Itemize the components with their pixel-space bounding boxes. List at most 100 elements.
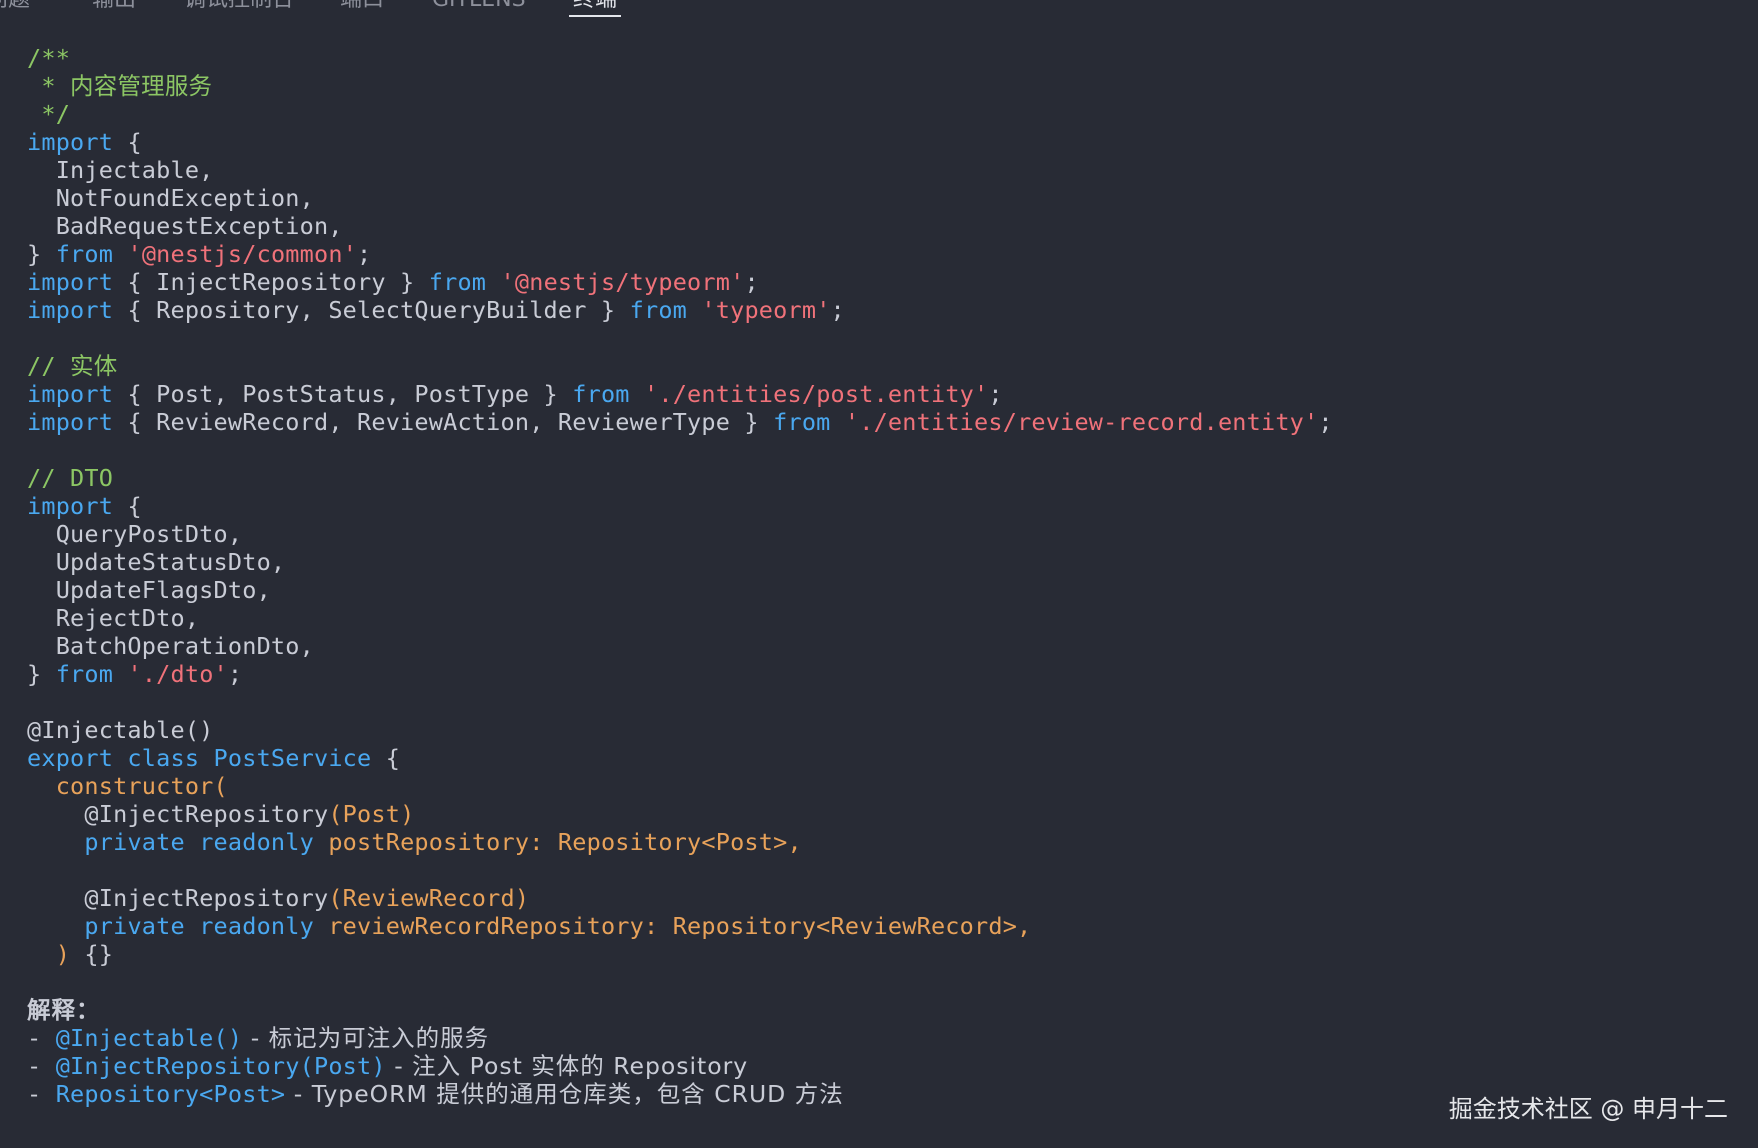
- string-literal: '@nestjs/common': [127, 240, 358, 268]
- keyword: export class: [27, 744, 200, 772]
- code-line: NotFoundException,: [27, 184, 1727, 212]
- code-line: @InjectRepository(ReviewRecord): [27, 884, 1727, 912]
- inline-code: Repository<Post>: [55, 1080, 286, 1108]
- code-text: { Post, PostStatus, PostType }: [113, 380, 573, 408]
- code-line: // DTO: [27, 464, 1727, 492]
- code-text: BatchOperationDto,: [27, 632, 314, 660]
- code-text: { Repository, SelectQueryBuilder }: [113, 296, 630, 324]
- keyword: private readonly: [84, 828, 314, 856]
- code-line: UpdateStatusDto,: [27, 548, 1727, 576]
- code-line: @InjectRepository(Post): [27, 800, 1727, 828]
- paren: ): [27, 940, 71, 968]
- code-line: Injectable,: [27, 156, 1727, 184]
- keyword: import: [27, 128, 114, 156]
- code-line: // 实体: [27, 352, 1727, 380]
- code-line: @Injectable(): [27, 716, 1727, 744]
- panel-tab-bar: 问题 输出 调试控制台 端口 GITLENS 终端: [0, 0, 1758, 18]
- keyword: import: [27, 268, 114, 296]
- code-line: private readonly reviewRecordRepository:…: [27, 912, 1727, 940]
- terminal-window: 问题 输出 调试控制台 端口 GITLENS 终端 /** * 内容管理服务 *…: [0, 0, 1758, 1148]
- comment: */: [27, 100, 71, 128]
- code-line: export class PostService {: [27, 744, 1727, 772]
- string-literal: './entities/review-record.entity': [844, 408, 1319, 436]
- code-text: QueryPostDto,: [27, 520, 243, 548]
- explanation-item: - @InjectRepository(Post) - 注入 Post 实体的 …: [27, 1052, 749, 1080]
- string-literal: 'typeorm': [701, 296, 831, 324]
- code-text: UpdateStatusDto,: [27, 548, 286, 576]
- decorator-arg: (Post): [328, 800, 415, 828]
- active-tab-indicator: [569, 15, 621, 17]
- watermark: 掘金技术社区 @ 申月十二: [1448, 1095, 1728, 1123]
- decorator: @Injectable(): [27, 716, 214, 744]
- code-text: }: [27, 660, 56, 688]
- keyword: from: [55, 240, 114, 268]
- tab-gitlens[interactable]: GITLENS: [432, 0, 526, 14]
- keyword: import: [27, 380, 114, 408]
- tab-terminal[interactable]: 终端: [573, 0, 617, 14]
- keyword: from: [629, 296, 688, 324]
- code-text: BadRequestException,: [27, 212, 343, 240]
- code-line: */: [27, 100, 1727, 128]
- code-line: } from './dto';: [27, 660, 1727, 688]
- param: reviewRecordRepository: Repository<Revie…: [313, 912, 1032, 940]
- constructor: constructor(: [27, 772, 228, 800]
- keyword: from: [428, 268, 487, 296]
- code-text: {: [113, 492, 142, 520]
- decorator: @InjectRepository: [84, 800, 329, 828]
- code-text: ;: [357, 240, 372, 268]
- decorator-arg: (ReviewRecord): [328, 884, 530, 912]
- code-text: ;: [830, 296, 845, 324]
- comment: * 内容管理服务: [27, 72, 213, 100]
- explanation-item: - @Injectable() - 标记为可注入的服务: [27, 1024, 490, 1052]
- code-line: import { InjectRepository } from '@nestj…: [27, 268, 1727, 296]
- code-text: {: [371, 744, 401, 772]
- inline-code: @Injectable(): [55, 1024, 243, 1052]
- comment: // 实体: [27, 352, 118, 380]
- code-line: constructor(: [27, 772, 1727, 800]
- code-text: }: [27, 240, 56, 268]
- code-text: Injectable,: [27, 156, 214, 184]
- code-text: ;: [988, 380, 1003, 408]
- code-text: RejectDto,: [27, 604, 200, 632]
- code-line: QueryPostDto,: [27, 520, 1727, 548]
- keyword: import: [27, 492, 114, 520]
- terminal-output[interactable]: /** * 内容管理服务 */ import { Injectable, Not…: [27, 44, 1727, 1108]
- code-line: import { ReviewRecord, ReviewAction, Rev…: [27, 408, 1727, 436]
- code-text: {: [113, 128, 142, 156]
- string-literal: '@nestjs/typeorm': [500, 268, 745, 296]
- class-name: PostService: [199, 744, 372, 772]
- keyword: from: [572, 380, 630, 408]
- comment: // DTO: [27, 464, 114, 492]
- keyword: import: [27, 408, 114, 436]
- code-line: import { Post, PostStatus, PostType } fr…: [27, 380, 1727, 408]
- code-line: import { Repository, SelectQueryBuilder …: [27, 296, 1727, 324]
- keyword: import: [27, 296, 114, 324]
- tab-debug-console[interactable]: 调试控制台: [184, 0, 294, 14]
- code-text: ;: [227, 660, 243, 688]
- code-line: private readonly postRepository: Reposit…: [27, 828, 1727, 856]
- code-text: {}: [70, 940, 114, 968]
- decorator: @InjectRepository: [84, 884, 329, 912]
- keyword: from: [55, 660, 114, 688]
- code-line: } from '@nestjs/common';: [27, 240, 1727, 268]
- code-text: ;: [1318, 408, 1333, 436]
- comment: /**: [27, 44, 71, 72]
- code-text: { ReviewRecord, ReviewAction, ReviewerTy…: [113, 408, 774, 436]
- explanation-title: 解释：: [27, 996, 101, 1024]
- code-text: NotFoundException,: [27, 184, 314, 212]
- code-line: * 内容管理服务: [27, 72, 1727, 100]
- string-literal: './dto': [127, 660, 228, 688]
- tab-output[interactable]: 输出: [92, 0, 136, 14]
- code-line: UpdateFlagsDto,: [27, 576, 1727, 604]
- keyword: from: [773, 408, 831, 436]
- code-line: /**: [27, 44, 1727, 72]
- inline-code: @InjectRepository(Post): [55, 1052, 386, 1080]
- tab-ports[interactable]: 端口: [340, 0, 384, 14]
- string-literal: './entities/post.entity': [644, 380, 989, 408]
- tab-problems[interactable]: 问题: [0, 0, 30, 14]
- code-line: ) {}: [27, 940, 1727, 968]
